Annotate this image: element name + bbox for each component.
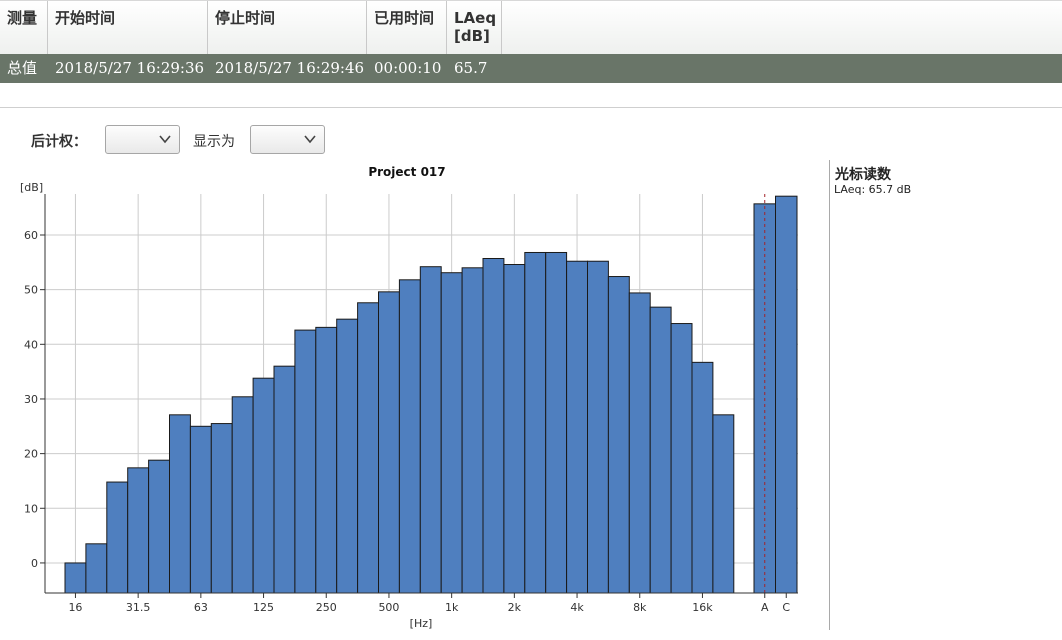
bar-250[interactable] [315,326,338,594]
bar-400[interactable] [357,302,380,594]
x-tick-label: 63 [194,601,208,614]
spectrum-chart[interactable]: 0 10 20 30 40 50 60 A C 16 31.5 63 125 250 500 1k 2k 4k 8k… [0,160,828,635]
bar-1k[interactable] [440,272,463,594]
y-tick-label: 0 [31,557,38,570]
x-tick-label: 125 [253,601,274,614]
display-as-select[interactable] [250,125,325,154]
bar-6.3k[interactable] [607,276,630,594]
cell-elapsed-time: 00:00:10 [374,59,442,77]
cursor-readout-panel: 光标读数 LAeq: 65.7 dB [829,160,1062,630]
bar-25[interactable] [106,481,129,594]
x-tick-label-A: A [761,601,769,614]
y-tick-label: 20 [24,448,38,461]
y-tick-label: 40 [24,338,38,351]
bar-80[interactable] [210,423,233,594]
bar-160[interactable] [273,365,296,594]
cell-stop-time: 2018/5/27 16:29:46 [215,59,365,77]
display-as-label: 显示为 [193,134,235,150]
bar-315[interactable] [336,318,359,594]
bar-16[interactable] [64,562,87,594]
chevron-down-icon [159,135,171,144]
bar-40[interactable] [148,459,171,594]
bar-500[interactable] [378,291,400,594]
bar-20k[interactable] [712,414,735,594]
bar-12.5k[interactable] [670,323,693,594]
col-header-laeq[interactable]: LAeq [dB] [447,1,502,55]
x-axis-label: [Hz] [410,617,433,630]
col-header-elapsed-time[interactable]: 已用时间 [367,1,447,55]
y-tick-label: 50 [24,284,38,297]
chevron-down-icon [304,135,316,144]
table-header: 测量 开始时间 停止时间 已用时间 LAeq [dB] [0,0,1062,55]
bar-125[interactable] [252,377,275,594]
bar-200[interactable] [294,329,317,594]
bar-5k[interactable] [587,260,609,594]
y-tick-label: 10 [24,502,38,515]
y-tick-label: 60 [24,229,38,242]
col-header-measurement[interactable]: 测量 [0,1,48,55]
bar-8k[interactable] [628,292,651,594]
bar-20[interactable] [85,543,108,594]
cursor-readout-title: 光标读数 [835,167,891,183]
x-tick-label: 8k [633,601,647,614]
bar-31.5[interactable] [127,467,150,594]
bar-630[interactable] [398,279,421,594]
x-tick-label: 500 [378,601,399,614]
x-tick-label: 2k [508,601,522,614]
x-tick-label: 250 [316,601,337,614]
cell-laeq: 65.7 [454,59,488,77]
chart-title: Project 017 [368,165,445,179]
x-tick-label-C: C [782,601,790,614]
cell-start-time: 2018/5/27 16:29:36 [55,59,205,77]
x-tick-label: 4k [570,601,584,614]
cursor-readout-value: LAeq: 65.7 dB [834,183,912,196]
bar-800[interactable] [419,266,442,594]
cell-measurement: 总值 [7,59,38,77]
bar-overall-C[interactable] [775,195,798,594]
divider [0,107,1062,108]
y-tick-label: 30 [24,393,38,406]
bar-16k[interactable] [691,361,714,594]
x-tick-label: 16 [68,601,82,614]
x-tick-label: 31.5 [126,601,151,614]
bar-100[interactable] [231,396,254,594]
x-tick-label: 16k [692,601,713,614]
x-tick-label: 1k [445,601,459,614]
bar-50[interactable] [169,414,191,594]
y-axis-label: [dB] [20,181,43,194]
weighting-label: 后计权： [31,134,87,150]
col-header-stop-time[interactable]: 停止时间 [208,1,367,55]
bar-10k[interactable] [649,306,672,594]
bar-4k[interactable] [566,260,588,594]
table-row[interactable]: 总值 2018/5/27 16:29:36 2018/5/27 16:29:46… [0,54,1062,83]
weighting-select[interactable] [105,125,180,154]
bar-3.15k[interactable] [545,251,568,594]
bar-2k[interactable] [503,264,526,594]
bar-63[interactable] [189,425,212,594]
col-header-start-time[interactable]: 开始时间 [48,1,208,55]
bar-2.5k[interactable] [524,251,547,594]
bar-1.25k[interactable] [461,267,484,594]
bar-1.6k[interactable] [482,257,505,594]
